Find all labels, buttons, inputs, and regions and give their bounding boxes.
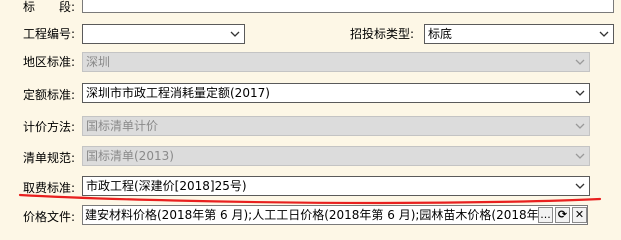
- pricing-method-combo: 国标清单计价: [82, 116, 590, 136]
- chevron-down-icon[interactable]: [595, 25, 613, 43]
- refresh-icon[interactable]: ⟳: [555, 207, 570, 223]
- bid-type-combo[interactable]: 标底: [424, 24, 614, 44]
- chevron-down-icon[interactable]: [571, 177, 589, 195]
- fee-standard-label: 取费标准:: [23, 181, 76, 195]
- browse-button[interactable]: ...: [538, 207, 553, 223]
- chevron-down-icon[interactable]: [571, 84, 589, 102]
- chevron-down-icon: [571, 53, 589, 71]
- list-spec-label: 清单规范:: [23, 151, 76, 165]
- fee-standard-combo[interactable]: 市政工程(深建价[2018]25号): [82, 176, 590, 196]
- region-standard-combo: 深圳: [82, 52, 590, 72]
- price-file-label: 价格文件:: [23, 210, 76, 224]
- project-number-label: 工程编号:: [23, 27, 76, 41]
- bid-section-input[interactable]: [82, 0, 614, 13]
- price-file-input[interactable]: 建安材料价格(2018年第 6 月);人工工日价格(2018年第 6 月);园林…: [82, 205, 588, 225]
- chevron-down-icon: [571, 147, 589, 165]
- pricing-method-label: 计价方法:: [23, 120, 76, 134]
- list-spec-combo: 国标清单(2013): [82, 146, 590, 166]
- clear-icon[interactable]: ✕: [572, 207, 587, 223]
- region-standard-label: 地区标准:: [23, 55, 76, 69]
- chevron-down-icon[interactable]: [226, 25, 244, 43]
- project-number-combo[interactable]: [82, 24, 245, 44]
- quota-standard-label: 定额标准:: [23, 88, 76, 102]
- quota-standard-combo[interactable]: 深圳市市政工程消耗量定额(2017): [82, 83, 590, 103]
- bid-type-label: 招投标类型:: [350, 27, 415, 41]
- chevron-down-icon: [571, 117, 589, 135]
- bid-section-label: 标 段:: [23, 0, 76, 14]
